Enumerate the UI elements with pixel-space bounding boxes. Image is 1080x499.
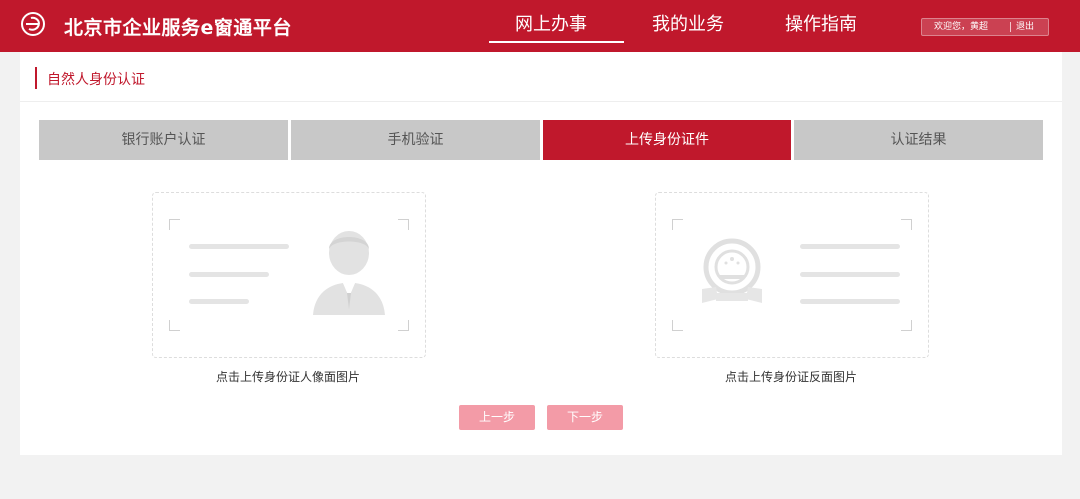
nav-active-underline bbox=[489, 41, 624, 43]
page-title: 自然人身份认证 bbox=[47, 72, 145, 88]
upload-back-label: 点击上传身份证反面图片 bbox=[724, 370, 857, 384]
upload-id-front[interactable] bbox=[152, 192, 426, 358]
main-panel: 自然人身份认证 银行账户认证 手机验证 上传身份证件 认证结果 点击上传身份证人… bbox=[20, 52, 1062, 455]
upload-front-label: 点击上传身份证人像面图片 bbox=[215, 370, 360, 384]
nav-online-services[interactable]: 网上办事 bbox=[515, 10, 587, 36]
user-greeting: 欢迎您，黄超 bbox=[934, 22, 989, 32]
step-bank-account[interactable]: 银行账户认证 bbox=[39, 120, 288, 160]
top-header: 北京市企业服务e窗通平台 网上办事 我的业务 操作指南 欢迎您，黄超 退出 bbox=[0, 0, 1080, 52]
step-result[interactable]: 认证结果 bbox=[794, 120, 1043, 160]
user-divider bbox=[1010, 22, 1011, 32]
breadcrumb: 自然人身份认证 bbox=[20, 52, 1062, 102]
id-front-placeholder-icon bbox=[189, 231, 385, 315]
prev-step-button[interactable]: 上一步 bbox=[459, 405, 535, 430]
e-logo-icon[interactable] bbox=[20, 11, 46, 37]
nav-operation-guide[interactable]: 操作指南 bbox=[785, 10, 857, 36]
id-back-emblem-placeholder-icon bbox=[702, 238, 900, 304]
breadcrumb-accent-bar bbox=[35, 67, 37, 89]
app-title[interactable]: 北京市企业服务e窗通平台 bbox=[64, 13, 292, 40]
user-info-box: 欢迎您，黄超 退出 bbox=[921, 18, 1049, 36]
next-step-button[interactable]: 下一步 bbox=[547, 405, 623, 430]
logout-link[interactable]: 退出 bbox=[1016, 19, 1034, 35]
upload-id-back[interactable] bbox=[655, 192, 929, 358]
step-upload-id[interactable]: 上传身份证件 bbox=[543, 120, 791, 160]
nav-my-business[interactable]: 我的业务 bbox=[652, 10, 724, 36]
step-phone-verify[interactable]: 手机验证 bbox=[291, 120, 540, 160]
